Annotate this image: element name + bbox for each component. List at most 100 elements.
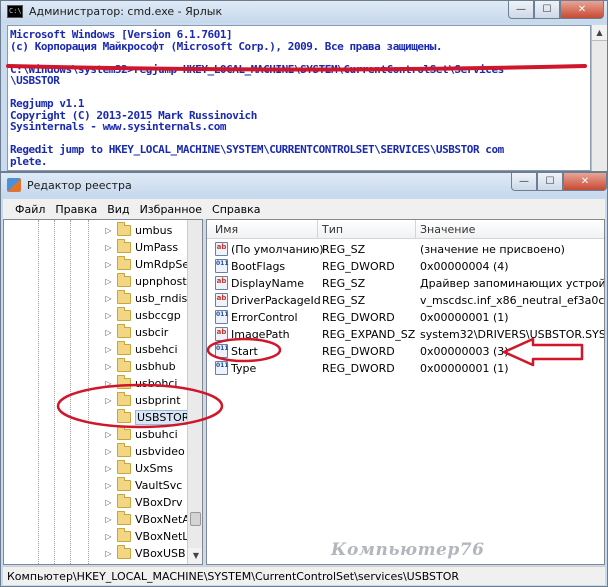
tree-node[interactable]: ▷ UmRdpServ	[104, 256, 200, 273]
regedit-title-bar[interactable]: Редактор реестра — ☐ ✕	[1, 173, 607, 197]
expand-arrow-icon[interactable]: ▷	[104, 430, 113, 439]
scroll-up-arrow-icon[interactable]: ▲	[592, 25, 607, 41]
tree-node[interactable]: USBSTOR	[104, 409, 192, 426]
tree-node-label: usbprint	[135, 394, 181, 407]
regedit-minimize-button[interactable]: —	[511, 173, 537, 191]
value-row[interactable]: ab DriverPackageId REG_SZ v_mscdsc.inf_x86_…	[207, 292, 605, 309]
value-row[interactable]: ab ImagePath REG_EXPAND_SZ system32\DRIVERS…	[207, 326, 604, 343]
tree-node[interactable]: ▷ upnphost	[104, 273, 187, 290]
menu-help[interactable]: Справка	[212, 203, 260, 216]
tree-node[interactable]: ▷ umbus	[104, 222, 172, 239]
cmd-close-button[interactable]: ✕	[560, 1, 604, 19]
value-type: REG_SZ	[322, 243, 366, 256]
menu-favorites[interactable]: Избранное	[140, 203, 202, 216]
value-type: REG_DWORD	[322, 311, 395, 324]
expand-arrow-icon[interactable]: ▷	[104, 515, 113, 524]
expand-arrow-icon[interactable]: ▷	[104, 277, 113, 286]
value-row[interactable]: ab DisplayName REG_SZ Драйвер запоминающих …	[207, 275, 604, 292]
tree-node[interactable]: ▷ usb_rndisx	[104, 290, 194, 307]
value-name: (По умолчанию)	[231, 243, 324, 256]
tree-node[interactable]: ▷ usbohci	[104, 375, 178, 392]
tree-node[interactable]: ▷ VBoxDrv	[104, 494, 182, 511]
folder-icon	[117, 324, 131, 338]
regedit-window: Редактор реестра — ☐ ✕ Файл Правка Вид И…	[0, 172, 608, 587]
console-line: (c) Корпорация Майкрософт (Microsoft Cor…	[10, 39, 443, 53]
cmd-window: C:\ Администратор: cmd.exe - Ярлык — ☐ ✕…	[0, 0, 608, 172]
folder-icon	[117, 341, 131, 355]
scroll-down-arrow-icon[interactable]: ▼	[188, 548, 202, 564]
tree-node[interactable]: ▷ usbcir	[104, 324, 168, 341]
tree-node[interactable]: ▷ usbccgp	[104, 307, 181, 324]
expand-arrow-icon[interactable]: ▷	[104, 311, 113, 320]
regedit-window-title: Редактор реестра	[27, 179, 132, 192]
tree-node-label: usbehci	[135, 343, 178, 356]
values-header: Имя Тип Значение	[207, 220, 604, 239]
value-name: DriverPackageId	[231, 294, 321, 307]
tree-node[interactable]: ▷ usbvideo	[104, 443, 185, 460]
expand-arrow-icon[interactable]: ▷	[104, 294, 113, 303]
cmd-maximize-button[interactable]: ☐	[534, 1, 560, 19]
watermark: Компьютер76	[331, 540, 485, 560]
expand-arrow-icon[interactable]: ▷	[104, 396, 113, 405]
regedit-maximize-button[interactable]: ☐	[537, 173, 563, 191]
value-data: (значение не присвоено)	[420, 243, 565, 256]
registry-tree-pane[interactable]: ▷ umbus ▷ UmPass ▷ UmRdpServ ▷ upnphost ▷ usb_rnd…	[3, 219, 203, 565]
registry-values-pane[interactable]: Имя Тип Значение ab (По умолчанию) REG_SZ(…	[206, 219, 605, 565]
tree-node[interactable]: ▷ UmPass	[104, 239, 178, 256]
value-row[interactable]: 011 Start REG_DWORD 0x00000003 (3)	[207, 343, 604, 360]
expand-arrow-icon[interactable]: ▷	[104, 532, 113, 541]
expand-arrow-icon[interactable]: ▷	[104, 379, 113, 388]
console-line: plete.	[10, 154, 48, 168]
expand-arrow-icon[interactable]: ▷	[104, 464, 113, 473]
expand-arrow-icon[interactable]: ▷	[104, 498, 113, 507]
value-row[interactable]: ab (По умолчанию) REG_SZ (значение не присв…	[207, 241, 604, 258]
menu-view[interactable]: Вид	[107, 203, 129, 216]
value-data: v_mscdsc.inf_x86_neutral_ef3a0c30c03	[420, 294, 605, 307]
tree-node-label: usbhub	[135, 360, 176, 373]
cmd-title-bar[interactable]: C:\ Администратор: cmd.exe - Ярлык — ☐ ✕	[1, 1, 607, 23]
value-data: 0x00000001 (1)	[420, 311, 509, 324]
menu-bar: Файл Правка Вид Избранное Справка	[3, 199, 605, 219]
expand-arrow-icon[interactable]: ▷	[104, 481, 113, 490]
expand-arrow-icon[interactable]: ▷	[104, 345, 113, 354]
value-row[interactable]: 011 Type REG_DWORD 0x00000001 (1)	[207, 360, 604, 377]
folder-icon	[117, 443, 131, 457]
expand-arrow-icon[interactable]: ▷	[104, 362, 113, 371]
tree-node-label: usbuhci	[135, 428, 178, 441]
tree-node[interactable]: ▷ VaultSvc	[104, 477, 182, 494]
expand-arrow-icon[interactable]: ▷	[104, 260, 113, 269]
regedit-close-button[interactable]: ✕	[563, 173, 607, 191]
expand-arrow-icon[interactable]: ▷	[104, 226, 113, 235]
expand-arrow-icon[interactable]: ▷	[104, 549, 113, 558]
expand-arrow-icon[interactable]: ▷	[104, 328, 113, 337]
value-name: Type	[231, 362, 257, 375]
cmd-minimize-button[interactable]: —	[508, 1, 534, 19]
string-value-icon: ab	[215, 242, 228, 256]
tree-node[interactable]: ▷ usbuhci	[104, 426, 178, 443]
column-header-name[interactable]: Имя	[215, 223, 238, 236]
tree-node[interactable]: ▷ usbhub	[104, 358, 176, 375]
value-row[interactable]: 011 BootFlags REG_DWORD 0x00000004 (4)	[207, 258, 604, 275]
tree-scrollbar[interactable]: ▼	[187, 220, 202, 564]
column-header-type[interactable]: Тип	[322, 223, 343, 236]
cmd-scrollbar[interactable]: ▲	[591, 25, 607, 171]
column-separator[interactable]	[317, 220, 318, 239]
string-value-icon: ab	[215, 293, 228, 307]
tree-node[interactable]: ▷ usbprint	[104, 392, 181, 409]
folder-icon	[117, 256, 131, 270]
expand-arrow-icon[interactable]: ▷	[104, 243, 113, 252]
tree-node[interactable]: ▷ VBoxUSB	[104, 545, 186, 562]
tree-node[interactable]: ▷ UxSms	[104, 460, 173, 477]
folder-icon	[117, 528, 131, 542]
tree-node-label: UmPass	[135, 241, 179, 254]
cmd-console-output[interactable]: Microsoft Windows [Version 6.1.7601] (c) …	[7, 25, 591, 171]
cmd-window-title: Администратор: cmd.exe - Ярлык	[29, 5, 223, 18]
expand-arrow-icon[interactable]: ▷	[104, 447, 113, 456]
tree-node[interactable]: ▷ usbehci	[104, 341, 178, 358]
menu-edit[interactable]: Правка	[55, 203, 97, 216]
value-row[interactable]: 011 ErrorControl REG_DWORD 0x00000001 (1)	[207, 309, 604, 326]
menu-file[interactable]: Файл	[15, 203, 45, 216]
column-separator[interactable]	[415, 220, 416, 239]
tree-scroll-thumb[interactable]	[190, 512, 201, 526]
column-header-value[interactable]: Значение	[420, 223, 475, 236]
